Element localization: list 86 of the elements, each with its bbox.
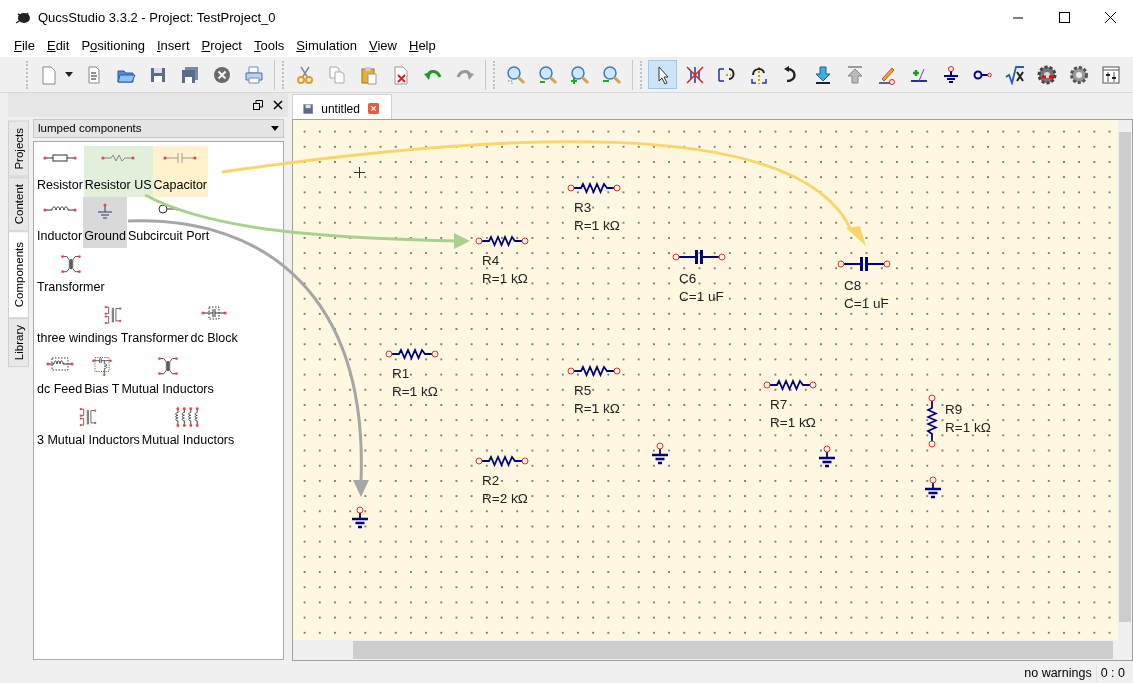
resistor-symbol[interactable]	[475, 455, 529, 467]
gear-icon	[1068, 64, 1089, 85]
component-name: C6	[679, 270, 698, 288]
caret-icon	[65, 72, 73, 77]
capacitor-symbol[interactable]	[837, 256, 891, 272]
capacitor-symbol-icon	[162, 152, 199, 164]
palette-item[interactable]: Ground	[83, 197, 127, 248]
transformer-symbol-icon	[58, 254, 83, 275]
gear-icon	[1036, 64, 1057, 85]
sliders-icon	[1100, 64, 1121, 85]
resistor-symbol[interactable]	[475, 235, 529, 247]
component-value: R=1 kΩ	[770, 414, 817, 432]
crosshair-icon	[354, 167, 365, 178]
close-tab-icon[interactable]	[367, 102, 379, 115]
menu-item[interactable]: Insert	[151, 36, 196, 56]
component-name: C8	[844, 277, 863, 295]
square-root-icon	[1004, 64, 1025, 85]
component-value: R=1 kΩ	[574, 400, 621, 418]
menu-item[interactable]: Positioning	[75, 36, 151, 56]
component-name: R2	[482, 472, 501, 490]
component-value: R=1 kΩ	[482, 270, 529, 288]
document-tab[interactable]: untitled	[292, 94, 392, 119]
floppy-disks-icon	[179, 64, 200, 85]
resistor-symbol[interactable]	[926, 394, 938, 448]
ground-symbol[interactable]	[651, 442, 669, 466]
component-value: C=1 uF	[844, 295, 890, 313]
copy-icon	[326, 64, 347, 85]
zoom-icon	[505, 64, 526, 85]
printer-icon	[243, 64, 264, 85]
clipboard-icon	[358, 64, 379, 85]
palette-item[interactable]: Resistor US	[83, 146, 153, 197]
menu-item[interactable]: File	[8, 36, 41, 56]
caret-icon	[271, 126, 279, 131]
menu-item[interactable]: Tools	[248, 36, 291, 56]
crossed-component-icon	[684, 64, 705, 85]
side-tab[interactable]: Projects	[8, 121, 29, 177]
close-circle-icon	[211, 64, 232, 85]
toolbar-button[interactable]	[648, 60, 677, 89]
dc-block-symbol-icon	[201, 305, 228, 321]
schematic-canvas[interactable]: R3 R=1 kΩ R4 R=1 kΩ C6 C=1 uF C8 C=1 uF R1 R=1 kΩ R5 R=1 kΩ R7 R=1 kΩ R9 R=1 kΩ R2 R=2 kΩ	[293, 120, 1118, 640]
component-name: R4	[482, 252, 501, 270]
side-tab[interactable]: Content	[8, 176, 29, 231]
component-name: R1	[392, 365, 411, 383]
menu-item[interactable]: Simulation	[290, 36, 364, 56]
zoom-icon	[537, 64, 558, 85]
ground-symbol[interactable]	[351, 506, 369, 530]
dc-feed-symbol-icon	[45, 356, 74, 372]
menu-item[interactable]: Help	[403, 36, 442, 56]
resistor-symbol[interactable]	[567, 365, 621, 377]
status-message: no warnings	[1024, 664, 1092, 682]
close-icon[interactable]	[272, 99, 284, 111]
component-name: R5	[574, 382, 593, 400]
scrollbar-thumb[interactable]	[1119, 132, 1131, 622]
component-value: R=1 kΩ	[574, 217, 621, 235]
window-title: QucsStudio 3.3.2 - Project: TestProject_0	[38, 8, 276, 27]
component-name: R9	[945, 401, 964, 419]
menu-item[interactable]: Edit	[40, 36, 76, 56]
component-name: R7	[770, 396, 789, 414]
component-value: C=1 uF	[679, 288, 725, 306]
capacitor-symbol[interactable]	[672, 249, 726, 265]
menu-item[interactable]: View	[363, 36, 403, 56]
flip-icon	[748, 64, 769, 85]
resistor-symbol-icon	[100, 152, 137, 164]
transformer-symbol-icon	[155, 356, 180, 377]
cursor-position: 0 : 0	[1095, 663, 1125, 683]
side-tab[interactable]: Library	[8, 318, 29, 368]
component-value: R=1 kΩ	[945, 419, 991, 437]
resistor-symbol-icon	[41, 152, 78, 164]
palette-item[interactable]: Capacitor	[152, 146, 209, 197]
zoom-out-icon	[601, 64, 622, 85]
resistor-symbol[interactable]	[567, 182, 621, 194]
resistor-symbol[interactable]	[763, 379, 817, 391]
scrollbar-thumb[interactable]	[353, 641, 1113, 659]
resistor-symbol[interactable]	[385, 348, 439, 360]
scissors-icon	[294, 64, 315, 85]
category-dropdown[interactable]: lumped components	[33, 119, 284, 138]
zoom-in-icon	[569, 64, 590, 85]
ground-symbol[interactable]	[924, 476, 942, 500]
menu-item[interactable]: Project	[195, 36, 248, 56]
side-tab[interactable]: Components	[8, 230, 29, 319]
ground-symbol-icon	[95, 203, 115, 219]
float-icon[interactable]	[252, 99, 264, 111]
component-value: R=1 kΩ	[392, 383, 439, 401]
component-value: R=2 kΩ	[482, 490, 529, 508]
ground-symbol[interactable]	[818, 445, 836, 469]
component-name: R3	[574, 199, 593, 217]
